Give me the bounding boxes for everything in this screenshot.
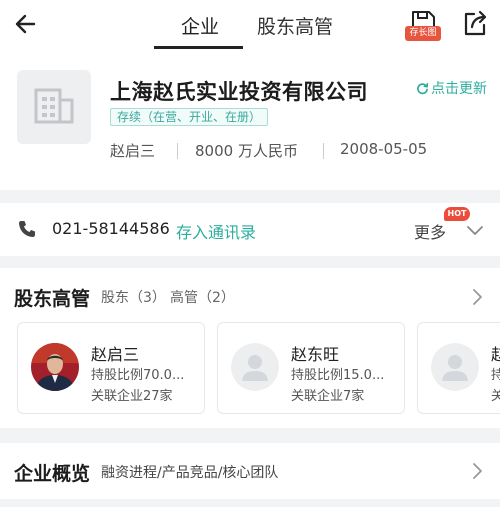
divider [323,143,324,159]
overview-subtitle: 融资进程/产品竞品/核心团队 [101,465,279,481]
executives-count-tab[interactable]: 高管（2） [170,287,235,307]
phone-number[interactable]: 021-58144586 [52,219,170,238]
related-companies: 关联企业27家 [91,389,173,404]
top-nav-bar: 企业 股东高管 存长图 [0,0,500,50]
related-companies: 关 [491,385,500,404]
shareholder-card[interactable]: 赵启三 持股比例70.0... 关联企业27家 [17,322,205,414]
related-companies: 关联企业7家 [291,389,365,404]
shareholders-count-tab[interactable]: 股东（3） [101,287,166,307]
hot-badge: HOT [444,207,470,221]
phone-icon[interactable] [17,219,37,239]
overview-title: 企业概览 [14,463,91,485]
active-tab-indicator [154,46,243,49]
divider [177,143,178,159]
holder-name: 赵启三 [91,345,140,364]
chevron-right-icon[interactable] [471,462,483,480]
registered-capital: 8000 万人民币 [195,142,298,160]
company-logo [17,70,91,144]
refresh-label: 点击更新 [431,81,487,97]
more-contacts-button[interactable]: 更多 [414,219,446,243]
chevron-right-icon[interactable] [471,288,483,306]
shareholder-card[interactable]: 赵 持 关 [417,322,500,414]
refresh-icon [417,82,429,94]
company-name: 上海赵氏实业投资有限公司 [110,80,368,104]
save-to-contacts-link[interactable]: 存入通讯录 [176,219,256,243]
tab-company[interactable]: 企业 [181,12,219,39]
avatar [31,343,79,391]
shareholders-section: 股东高管 股东（3） 高管（2） 赵启三 持股比例70.0... 关联企业27家 [0,268,500,428]
shareholder-card[interactable]: 赵东旺 持股比例15.0... 关联企业7家 [217,322,405,414]
chevron-down-icon[interactable] [466,225,484,237]
save-long-image-badge[interactable]: 存长图 [405,26,441,41]
status-badge: 存续（在营、开业、在册） [110,108,269,126]
avatar-placeholder [431,343,479,391]
share-icon[interactable] [460,9,490,39]
holder-name: 赵 [491,341,500,365]
refresh-button[interactable]: 点击更新 [416,78,487,98]
founded-date: 2008-05-05 [340,140,428,158]
holding-ratio: 持股比例70.0... [91,368,185,383]
back-arrow-icon[interactable] [10,8,42,40]
building-icon [34,88,74,124]
section-title: 股东高管 [14,288,91,310]
tab-shareholders-executives[interactable]: 股东高管 [257,12,333,39]
company-overview-row[interactable]: 企业概览 融资进程/产品竞品/核心团队 [0,443,500,499]
company-card: 上海赵氏实业投资有限公司 点击更新 存续（在营、开业、在册） 赵启三 8000 … [0,50,500,190]
holding-ratio: 持股比例15.0... [291,368,385,383]
holder-name: 赵东旺 [291,345,340,364]
holding-ratio: 持 [491,364,500,383]
avatar-placeholder [231,343,279,391]
contact-row: 021-58144586 存入通讯录 更多 HOT [0,203,500,256]
legal-representative[interactable]: 赵启三 [110,140,155,161]
